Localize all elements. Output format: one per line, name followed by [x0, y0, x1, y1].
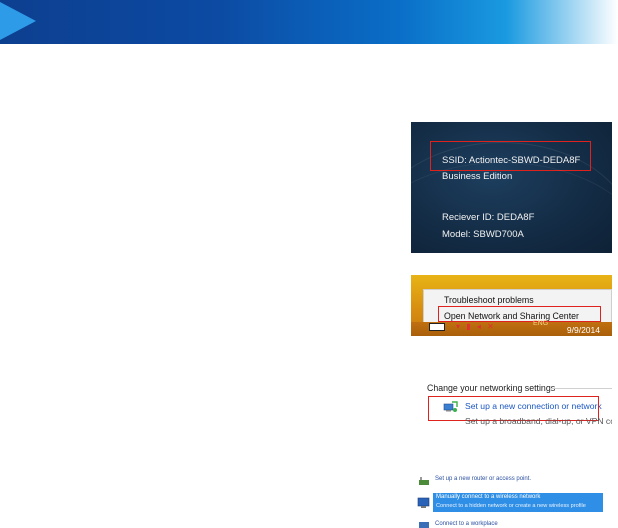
header-arrow-icon	[0, 2, 36, 40]
edition-text: Business Edition	[442, 171, 513, 182]
menu-highlight-box	[438, 306, 601, 322]
router-icon	[419, 477, 429, 485]
option-setup-router[interactable]: Set up a new router or access point.	[435, 476, 531, 482]
option-manual-wireless-title: Manually connect to a wireless network	[436, 494, 541, 500]
tray-date[interactable]: 9/9/2014	[567, 325, 600, 335]
heading-divider	[551, 388, 612, 389]
model-text: Model: SBWD700A	[442, 229, 524, 240]
option-manual-wireless-subtitle: Connect to a hidden network or create a …	[436, 503, 586, 509]
device-screen-panel: SSID: Actiontec-SBWD-DEDA8F Business Edi…	[411, 122, 612, 253]
header-banner	[0, 0, 618, 44]
setup-connection-description: Set up a broadband, dial-up, or VPN conn…	[465, 416, 612, 426]
taskbar-panel: Troubleshoot problems Open Network and S…	[411, 275, 612, 336]
keyboard-icon[interactable]	[429, 323, 445, 331]
ssid-highlight-box	[430, 141, 591, 171]
networking-settings-heading: Change your networking settings	[427, 383, 556, 393]
receiver-id-text: Reciever ID: DEDA8F	[442, 212, 535, 223]
option-connect-workplace[interactable]: Connect to a workplace	[435, 521, 498, 527]
tray-icons[interactable]: ▾ ▮ ◂ ✕	[456, 322, 496, 331]
wireless-icon	[417, 497, 430, 508]
workplace-icon	[419, 522, 429, 528]
tray-language[interactable]: ENG	[533, 320, 548, 327]
menu-item-troubleshoot[interactable]: Troubleshoot problems	[444, 295, 534, 305]
